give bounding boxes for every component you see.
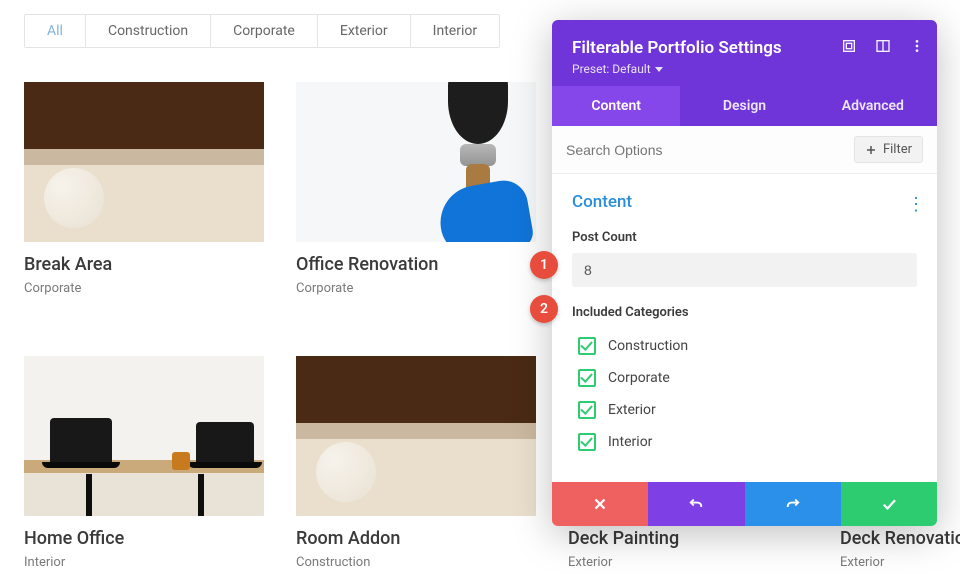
save-button[interactable]	[841, 482, 937, 526]
dots-vertical-icon[interactable]	[909, 38, 925, 54]
portfolio-card[interactable]: Office Renovation Corporate	[296, 82, 536, 296]
filter-tab-construction[interactable]: Construction	[86, 15, 211, 47]
check-icon	[880, 495, 898, 513]
thumbnail-image	[296, 356, 536, 516]
categories-list: Construction Corporate Exterior Interior	[572, 330, 917, 458]
columns-icon[interactable]	[875, 38, 891, 54]
settings-panel: Filterable Portfolio Settings Preset: De…	[552, 20, 937, 526]
tab-content[interactable]: Content	[552, 86, 680, 126]
card-title: Break Area	[24, 254, 264, 275]
preset-label: Preset: Default	[572, 62, 651, 76]
portfolio-card[interactable]: Break Area Corporate	[24, 82, 264, 296]
card-title: Deck Painting	[568, 528, 808, 549]
panel-footer	[552, 482, 937, 526]
category-label: Exterior	[608, 402, 656, 418]
panel-header: Filterable Portfolio Settings Preset: De…	[552, 20, 937, 86]
expand-icon[interactable]	[841, 38, 857, 54]
panel-search-bar: Filter	[552, 126, 937, 174]
dots-vertical-icon[interactable]: ⋮	[907, 194, 923, 215]
categories-block: Included Categories Construction Corpora…	[572, 305, 917, 458]
card-title: Deck Renovation	[840, 528, 960, 549]
post-count-input[interactable]	[572, 253, 917, 287]
section-title[interactable]: Content	[572, 192, 917, 212]
card-category: Interior	[24, 555, 264, 570]
redo-icon	[784, 495, 802, 513]
caret-down-icon	[655, 67, 663, 72]
filter-tab-corporate[interactable]: Corporate	[211, 15, 318, 47]
category-item[interactable]: Exterior	[578, 394, 917, 426]
redo-button[interactable]	[745, 482, 841, 526]
panel-body: Content ⋮ Post Count Included Categories…	[552, 174, 937, 482]
filter-tabs: All Construction Corporate Exterior Inte…	[24, 14, 500, 48]
preset-selector[interactable]: Preset: Default	[572, 62, 917, 76]
category-label: Interior	[608, 434, 652, 450]
undo-icon	[687, 495, 705, 513]
callout-badge: 1	[530, 251, 558, 279]
portfolio-card[interactable]: Room Addon Construction	[296, 356, 536, 570]
plus-icon	[865, 144, 877, 156]
close-icon	[591, 495, 609, 513]
card-category: Construction	[296, 555, 536, 570]
category-label: Construction	[608, 338, 688, 354]
undo-button[interactable]	[648, 482, 744, 526]
filter-tab-all[interactable]: All	[25, 15, 86, 47]
thumbnail-image	[296, 82, 536, 242]
thumbnail-image	[24, 82, 264, 242]
tab-advanced[interactable]: Advanced	[809, 86, 937, 126]
portfolio-card[interactable]: Home Office Interior	[24, 356, 264, 570]
card-category: Exterior	[840, 555, 960, 570]
filter-button-label: Filter	[883, 142, 912, 157]
tab-design[interactable]: Design	[680, 86, 808, 126]
panel-tabs: Content Design Advanced	[552, 86, 937, 126]
category-item[interactable]: Construction	[578, 330, 917, 362]
categories-label: Included Categories	[572, 305, 917, 320]
filter-button[interactable]: Filter	[854, 136, 923, 163]
filter-tab-exterior[interactable]: Exterior	[318, 15, 411, 47]
checkbox-checked-icon[interactable]	[578, 401, 596, 419]
checkbox-checked-icon[interactable]	[578, 337, 596, 355]
card-title: Home Office	[24, 528, 264, 549]
close-button[interactable]	[552, 482, 648, 526]
checkbox-checked-icon[interactable]	[578, 433, 596, 451]
filter-tab-interior[interactable]: Interior	[411, 15, 499, 47]
card-category: Exterior	[568, 555, 808, 570]
post-count-label: Post Count	[572, 230, 917, 245]
category-label: Corporate	[608, 370, 670, 386]
category-item[interactable]: Corporate	[578, 362, 917, 394]
checkbox-checked-icon[interactable]	[578, 369, 596, 387]
card-title: Room Addon	[296, 528, 536, 549]
card-category: Corporate	[296, 281, 536, 296]
thumbnail-image	[24, 356, 264, 516]
card-title: Office Renovation	[296, 254, 536, 275]
category-item[interactable]: Interior	[578, 426, 917, 458]
callout-badge: 2	[530, 295, 558, 323]
search-input[interactable]	[566, 142, 766, 158]
card-category: Corporate	[24, 281, 264, 296]
post-count-block: Post Count	[572, 230, 917, 287]
